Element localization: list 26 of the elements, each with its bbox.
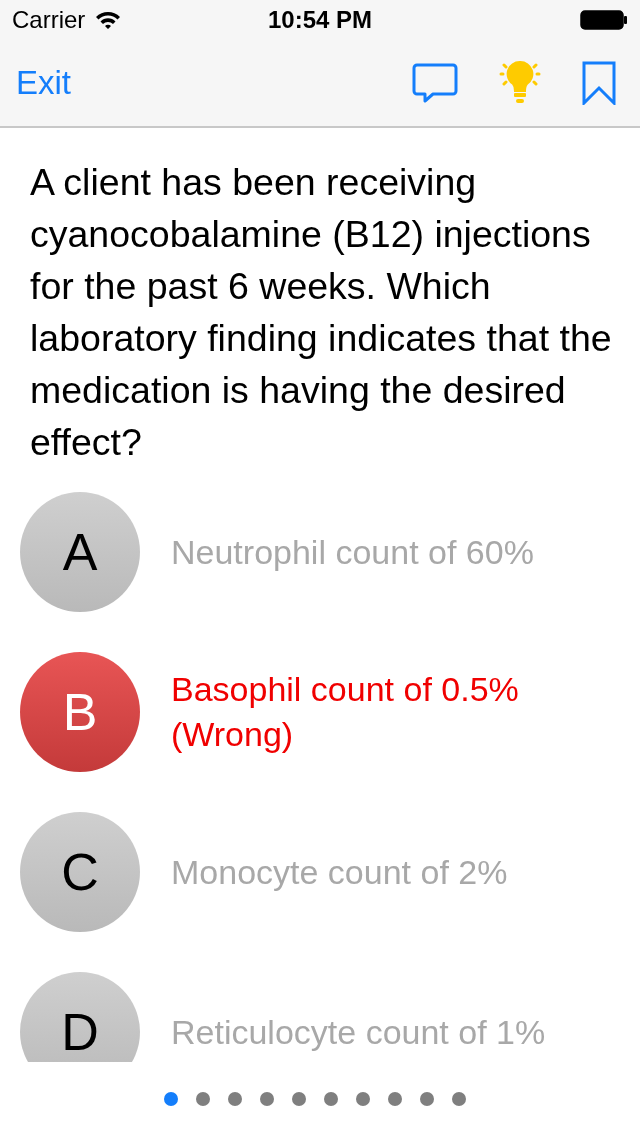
answer-text: Monocyte count of 2% xyxy=(171,851,508,893)
answer-button[interactable]: A xyxy=(20,492,140,612)
answer-button[interactable]: C xyxy=(20,812,140,932)
answer-text: Basophil count of 0.5% (Wrong) xyxy=(171,669,519,755)
page-dot[interactable] xyxy=(228,1092,242,1106)
answer-text: Neutrophil count of 60% xyxy=(171,531,534,573)
answer-text: Reticulocyte count of 1% xyxy=(171,1011,546,1053)
page-dot[interactable] xyxy=(260,1092,274,1106)
answer-button[interactable]: D xyxy=(20,972,140,1062)
battery-icon xyxy=(580,10,628,30)
answer-button[interactable]: B xyxy=(20,652,140,772)
exit-link[interactable]: Exit xyxy=(16,64,71,102)
bookmark-button[interactable] xyxy=(582,61,616,105)
clock-time: 10:54 PM xyxy=(267,6,373,34)
page-dot[interactable] xyxy=(452,1092,466,1106)
page-dot[interactable] xyxy=(356,1092,370,1106)
carrier-name: Carrier xyxy=(12,6,86,34)
page-dot[interactable] xyxy=(292,1092,306,1106)
question-text: A client has been receiving cyanocobalamine (B12) injections for the past 6 weeks. Which laboratory finding indicates that the medication is having the desired effect? xyxy=(29,160,613,465)
page-dot[interactable] xyxy=(196,1092,210,1106)
page-dot[interactable] xyxy=(164,1092,178,1106)
page-dot[interactable] xyxy=(388,1092,402,1106)
comment-button[interactable] xyxy=(412,63,458,103)
wifi-icon xyxy=(95,10,122,30)
page-dot[interactable] xyxy=(324,1092,338,1106)
page-dot[interactable] xyxy=(420,1092,434,1106)
